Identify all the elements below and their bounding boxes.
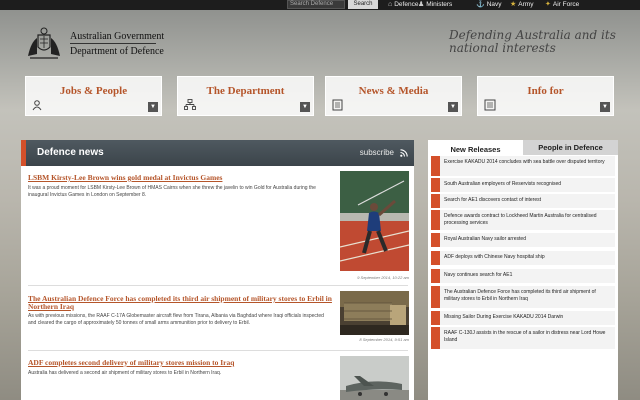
anchor-icon: ⚓ xyxy=(476,1,485,8)
article-title-link[interactable]: LSBM Kirsty-Lee Brown wins gold medal at… xyxy=(28,174,338,182)
tile-label: The Department xyxy=(206,85,285,97)
newspaper-icon xyxy=(332,99,343,111)
chevron-down-icon[interactable]: ▼ xyxy=(448,102,458,112)
site-tagline: Defending Australia and its national int… xyxy=(449,28,616,55)
tab-new-releases[interactable]: New Releases xyxy=(428,140,523,155)
tile-label: Info for xyxy=(527,85,564,97)
search-input[interactable]: Search Defence xyxy=(287,0,345,9)
nav-link-defence[interactable]: ⌂ Defence xyxy=(388,0,418,10)
coat-of-arms-logo[interactable] xyxy=(24,26,64,62)
release-item[interactable]: Missing Sailor During Exercise KAKADU 20… xyxy=(431,311,615,325)
nav-link-navy[interactable]: ⚓ Navy xyxy=(476,0,502,10)
release-item[interactable]: South Australian employers of Reservists… xyxy=(431,178,615,192)
tab-people-in-defence[interactable]: People in Defence xyxy=(523,140,618,155)
news-panel-header: Defence news subscribe xyxy=(21,140,414,166)
nav-link-army[interactable]: ★ Army xyxy=(510,0,533,10)
org-name: Australian Government Department of Defe… xyxy=(70,31,164,58)
people-icon: ♟ xyxy=(418,1,425,8)
org-name-line2: Department of Defence xyxy=(70,46,164,57)
article-summary: Australia has delivered a second air shi… xyxy=(28,370,222,376)
tile-jobs-people[interactable]: Jobs & People ▼ xyxy=(25,76,162,116)
release-item[interactable]: RAAF C-130J assists in the rescue of a s… xyxy=(431,327,615,349)
list-icon xyxy=(484,99,496,111)
nav-link-label: Navy xyxy=(486,1,502,8)
release-item[interactable]: Exercise KAKADU 2014 concludes with sea … xyxy=(431,156,615,176)
home-icon: ⌂ xyxy=(388,1,393,8)
nav-link-air-force[interactable]: ✦ Air Force xyxy=(545,0,579,10)
release-item[interactable]: Defence awards contract to Lockheed Mart… xyxy=(431,210,615,230)
article-title-link[interactable]: The Australian Defence Force has complet… xyxy=(28,295,338,311)
defence-news-panel: Defence news subscribe LSBM Kirsty-Lee B… xyxy=(21,140,414,400)
chevron-down-icon[interactable]: ▼ xyxy=(300,102,310,112)
article-title-link[interactable]: ADF completes second delivery of militar… xyxy=(28,359,338,367)
subscribe-link[interactable]: subscribe xyxy=(360,148,394,157)
release-item[interactable]: Royal Australian Navy sailor arrested xyxy=(431,233,615,247)
tile-label: News & Media xyxy=(358,85,429,97)
article-photo-javelin[interactable] xyxy=(340,171,409,271)
article-date: 8 September 2014, 9:51 am xyxy=(359,337,409,342)
army-badge-icon: ★ xyxy=(510,1,517,8)
nav-link-label: Ministers xyxy=(426,1,453,8)
tile-info-for[interactable]: Info for ▼ xyxy=(477,76,614,116)
release-item[interactable]: Navy continues search for AE1 xyxy=(431,269,615,283)
news-panel-title: Defence news xyxy=(37,147,104,158)
release-item[interactable]: Search for AE1 discovers contact of inte… xyxy=(431,194,615,208)
tile-the-department[interactable]: The Department ▼ xyxy=(177,76,314,116)
nav-link-ministers[interactable]: ♟ Ministers xyxy=(418,0,452,10)
rss-icon[interactable] xyxy=(400,149,408,157)
article-divider xyxy=(28,285,408,286)
article-summary: It was a proud moment for LSBM Kirsty-Le… xyxy=(28,185,316,198)
chevron-down-icon[interactable]: ▼ xyxy=(600,102,610,112)
org-name-divider xyxy=(70,43,156,44)
wings-icon: ✦ xyxy=(545,1,551,8)
org-name-line1: Australian Government xyxy=(70,31,165,42)
article-summary: As with previous missions, the RAAF C-17… xyxy=(28,313,324,326)
tile-label: Jobs & People xyxy=(59,85,128,97)
org-chart-icon xyxy=(184,99,196,110)
release-item[interactable]: The Australian Defence Force has complet… xyxy=(431,286,615,308)
article-photo-aircraft-cargo[interactable] xyxy=(340,291,409,335)
nav-link-label: Army xyxy=(518,1,534,8)
releases-sidebar: New Releases People in Defence Exercise … xyxy=(428,140,618,400)
nav-link-label: Defence xyxy=(394,1,419,8)
article-divider xyxy=(28,350,408,351)
article-photo-c17-aircraft[interactable] xyxy=(340,356,409,400)
sidebar-tabs: New Releases People in Defence xyxy=(428,140,618,155)
article-date: 9 September 2014, 10:22 am xyxy=(357,275,409,280)
tile-news-media[interactable]: News & Media ▼ xyxy=(325,76,462,116)
chevron-down-icon[interactable]: ▼ xyxy=(148,102,158,112)
people-icon xyxy=(32,100,42,111)
nav-link-label: Air Force xyxy=(552,1,580,8)
search-button[interactable]: Search xyxy=(348,0,378,9)
release-item[interactable]: ADF deploys with Chinese Navy hospital s… xyxy=(431,251,615,265)
